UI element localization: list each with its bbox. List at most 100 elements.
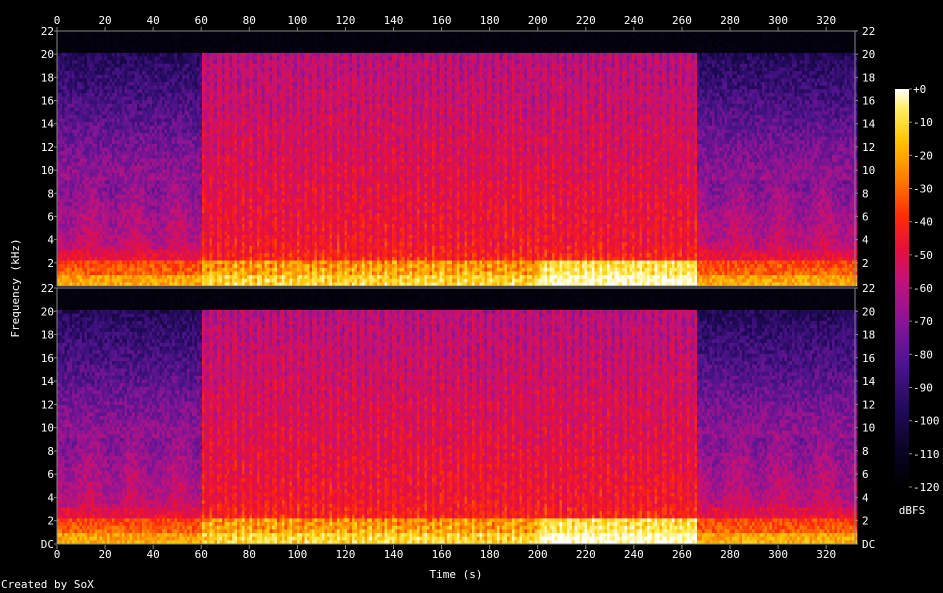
spectrogram-cell (65, 166, 68, 170)
spectrogram-cell (75, 228, 78, 232)
spectrogram-cell (77, 144, 80, 148)
spectrogram-cell (60, 118, 63, 122)
spectrogram-cell (87, 144, 90, 148)
spectrogram-cell (67, 60, 70, 64)
spectrogram-cell (72, 173, 75, 177)
spectrogram-cell (62, 213, 65, 217)
spectrogram-cell (60, 144, 63, 148)
spectrogram-cell (80, 151, 83, 155)
spectrogram-cell (67, 118, 70, 122)
spectrogram-cell (62, 46, 65, 50)
spectrogram-cell (72, 155, 75, 159)
spectrogram-cell (87, 115, 90, 119)
spectrogram-cell (85, 151, 88, 155)
spectrogram-cell (85, 202, 88, 206)
spectrogram-cell (70, 206, 73, 210)
spectrogram-cell (80, 213, 83, 217)
spectrogram-cell (60, 60, 63, 64)
spectrogram-cell (62, 220, 65, 224)
spectrogram-cell (72, 213, 75, 217)
spectrogram-cell (80, 261, 83, 265)
spectrogram-cell (62, 155, 65, 159)
spectrogram-cell (67, 111, 70, 115)
spectrogram-cell (80, 264, 83, 268)
spectrogram-cell (62, 250, 65, 254)
spectrogram-cell (85, 257, 88, 261)
spectrogram-cell (80, 89, 83, 93)
spectrogram-cell (72, 144, 75, 148)
spectrogram-cell (72, 53, 75, 57)
spectrogram-cell (62, 228, 65, 232)
spectrogram-cell (82, 31, 85, 35)
spectrogram-cell (87, 159, 90, 163)
spectrogram-cell (77, 210, 80, 214)
spectrogram-cell (87, 195, 90, 199)
spectrogram-cell (60, 162, 63, 166)
spectrogram-cell (60, 53, 63, 57)
spectrogram-cell (87, 169, 90, 173)
spectrogram-cell (77, 71, 80, 75)
spectrogram-cell (85, 166, 88, 170)
spectrogram-cell (65, 78, 68, 82)
spectrogram-cell (85, 177, 88, 181)
spectrogram-cell (72, 246, 75, 250)
spectrogram-cell (72, 206, 75, 210)
spectrogram-cell (80, 82, 83, 86)
spectrogram-cell (72, 89, 75, 93)
spectrogram-cell (67, 242, 70, 246)
spectrogram-cell (72, 169, 75, 173)
spectrogram-cell (65, 140, 68, 144)
spectrogram-cell (87, 177, 90, 181)
spectrogram-cell (82, 279, 85, 283)
spectrogram-cell (82, 60, 85, 64)
spectrogram-cell (75, 159, 78, 163)
spectrogram-cell (77, 250, 80, 254)
spectrogram-cell (77, 162, 80, 166)
spectrogram-cell (85, 64, 88, 68)
spectrogram-cell (82, 35, 85, 39)
spectrogram-cell (82, 108, 85, 112)
spectrogram-cell (62, 104, 65, 108)
spectrogram-cell (80, 93, 83, 97)
spectrogram-cell (72, 202, 75, 206)
spectrogram-cell (62, 38, 65, 42)
spectrogram-cell (75, 202, 78, 206)
spectrogram-cell (60, 235, 63, 239)
spectrogram-cell (65, 60, 68, 64)
spectrogram-cell (82, 162, 85, 166)
spectrogram-cell (72, 75, 75, 79)
spectrogram-cell (70, 140, 73, 144)
spectrogram-cell (67, 53, 70, 57)
spectrogram-cell (65, 111, 68, 115)
spectrogram-cell (82, 137, 85, 141)
spectrogram-cell (62, 86, 65, 90)
spectrogram-cell (82, 250, 85, 254)
spectrogram-cell (82, 75, 85, 79)
spectrogram-cell (87, 206, 90, 210)
spectrogram-cell (77, 213, 80, 217)
spectrogram-cell (67, 93, 70, 97)
spectrogram-cell (62, 122, 65, 126)
spectrogram-cell (75, 93, 78, 97)
spectrogram-cell (67, 82, 70, 86)
spectrogram-cell (85, 242, 88, 246)
spectrogram-cell (65, 235, 68, 239)
spectrogram-cell (82, 268, 85, 272)
spectrogram-cell (62, 271, 65, 275)
spectrogram-cell (62, 100, 65, 104)
spectrogram-cell (75, 155, 78, 159)
spectrogram-cell (77, 264, 80, 268)
spectrogram-cell (82, 206, 85, 210)
spectrogram-cell (65, 35, 68, 39)
spectrogram-cell (85, 261, 88, 265)
spectrogram-cell (62, 89, 65, 93)
spectrogram-cell (77, 57, 80, 61)
spectrogram-cell (80, 202, 83, 206)
spectrogram-cell (75, 42, 78, 46)
spectrogram-cell (70, 250, 73, 254)
spectrogram-cell (82, 122, 85, 126)
spectrogram-cell (82, 67, 85, 71)
spectrogram-cell (80, 184, 83, 188)
spectrogram-cell (85, 140, 88, 144)
spectrogram-cell (77, 180, 80, 184)
